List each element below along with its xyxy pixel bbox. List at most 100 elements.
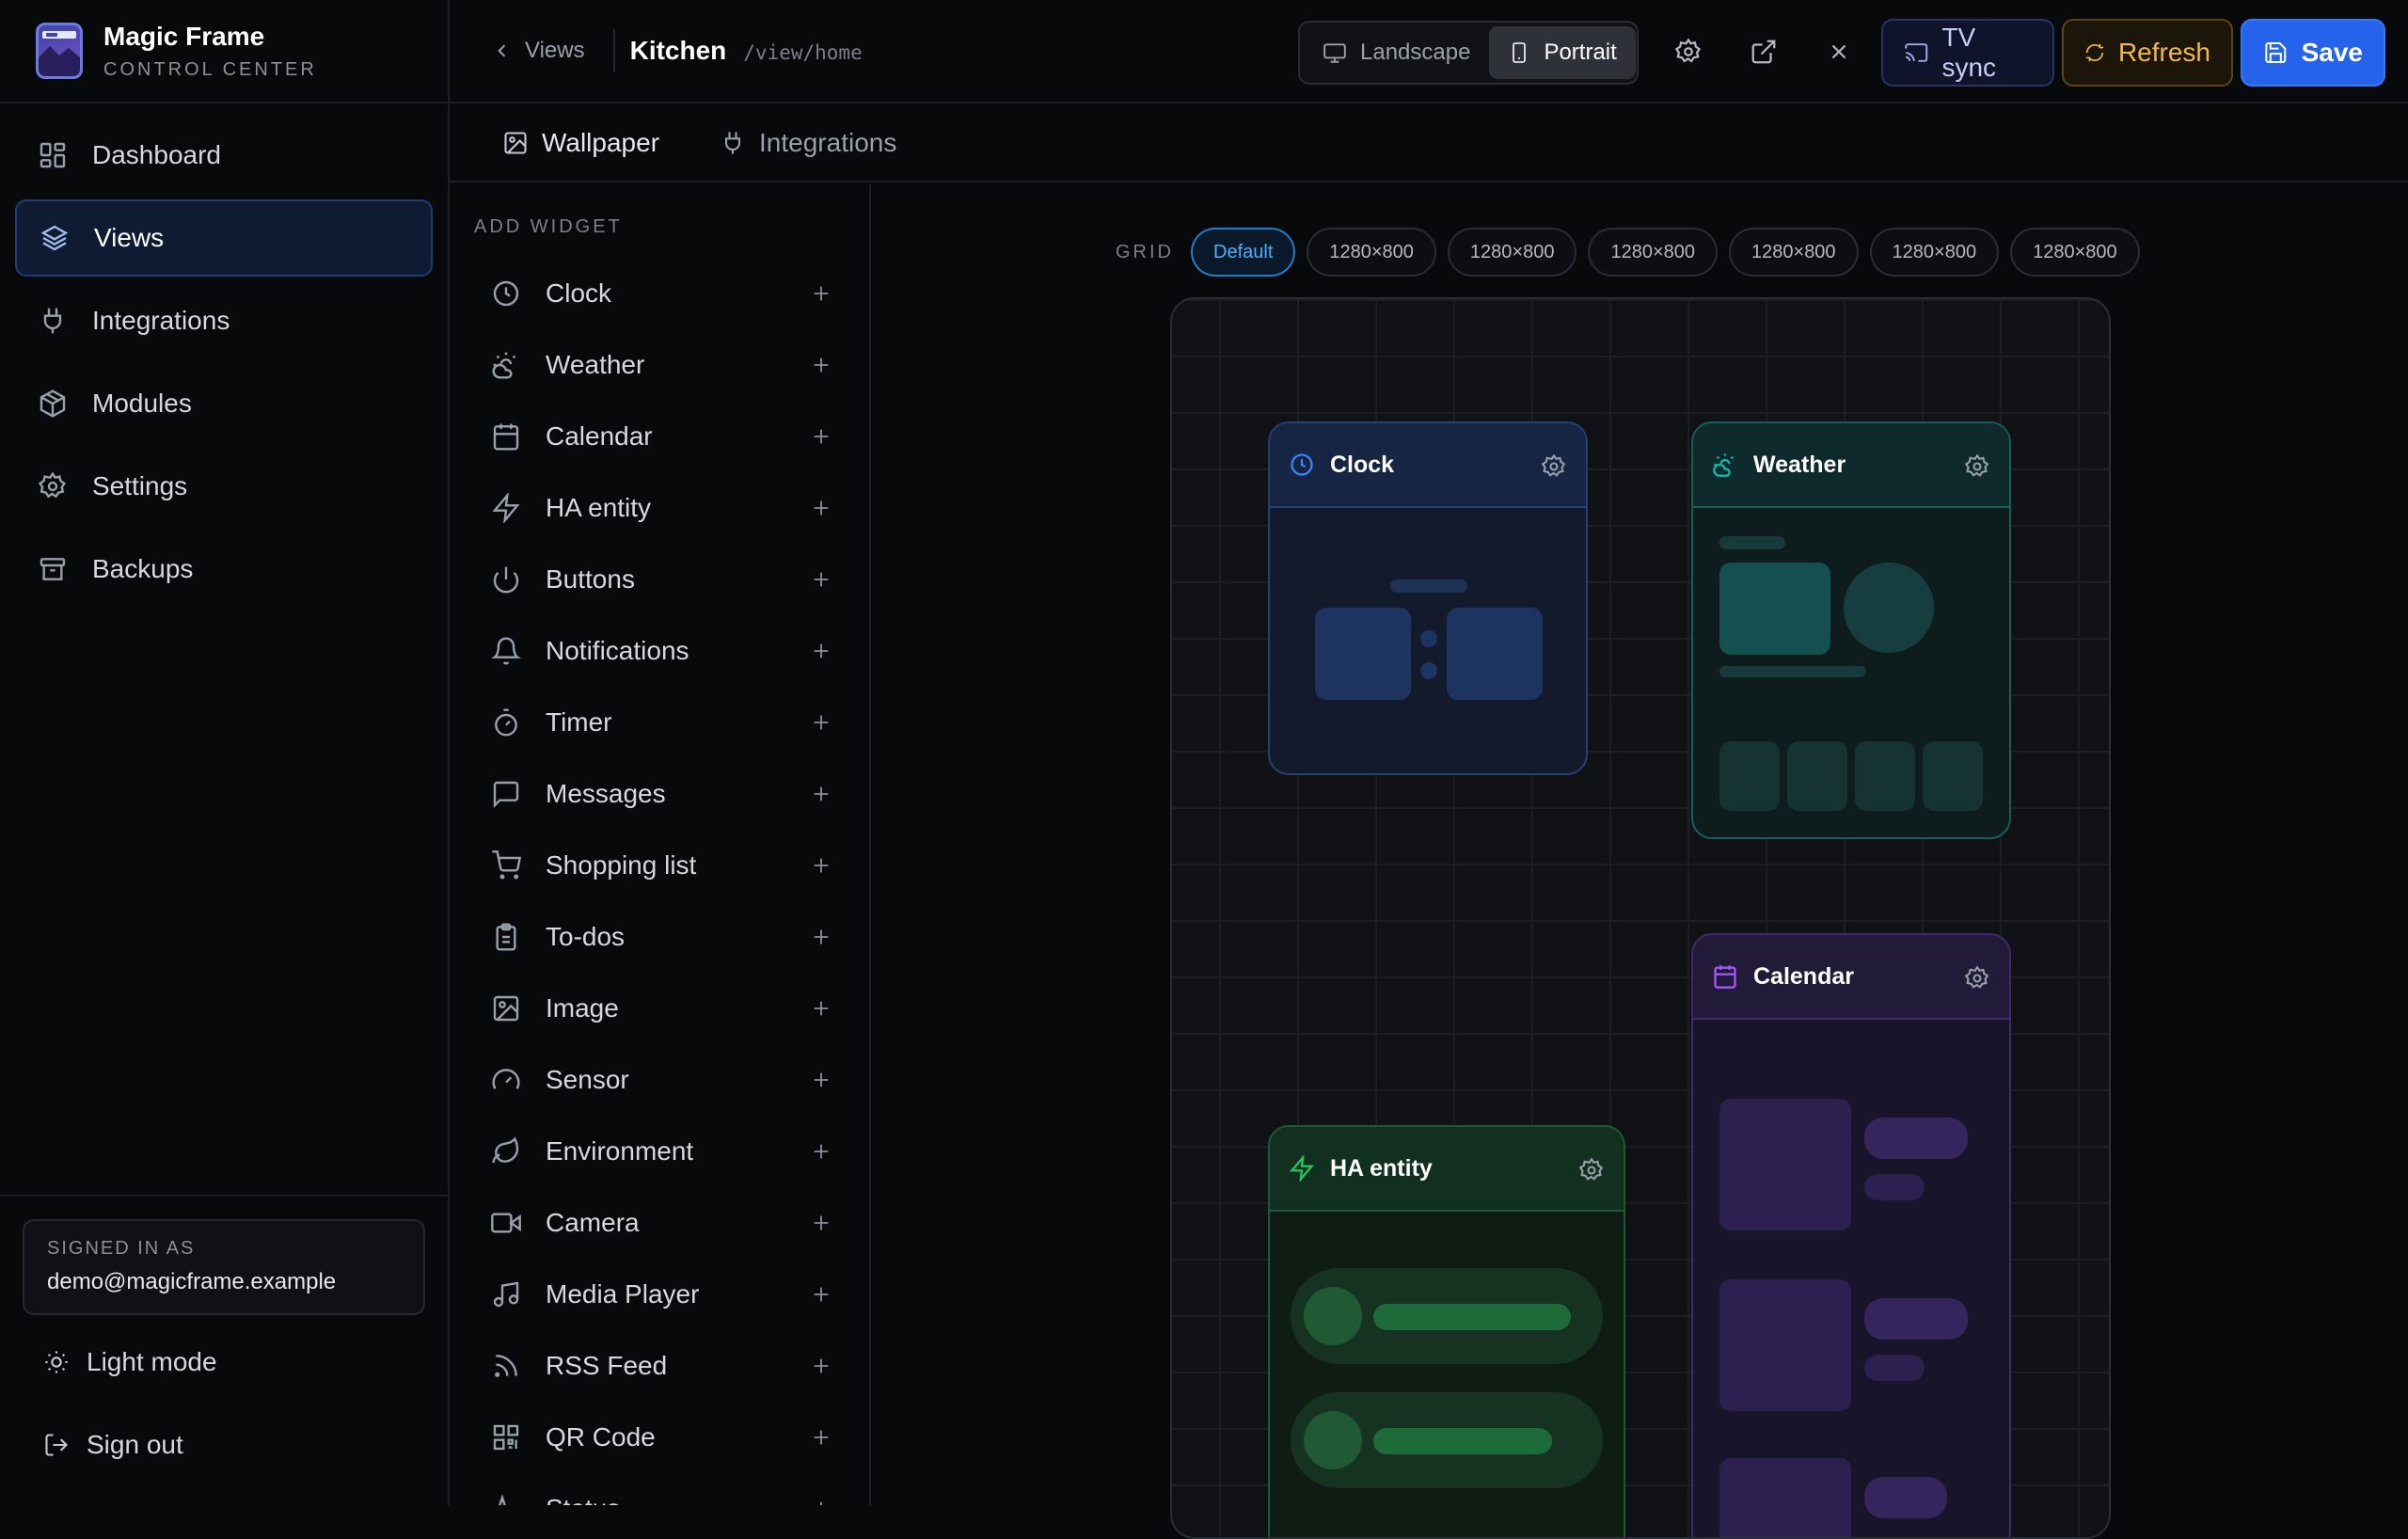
calendar-icon [1714,965,1736,989]
plus-icon[interactable] [811,1070,832,1090]
tv-sync-button[interactable]: TV sync [1881,19,2054,87]
grid-option[interactable]: 1280×800 [1307,228,1436,277]
plus-icon[interactable] [811,712,832,733]
widget-option-calendar[interactable]: Calendar [450,401,869,472]
widget-option-messages[interactable]: Messages [450,758,869,830]
widget-option-sensor[interactable]: Sensor [450,1044,869,1116]
widget-option-status[interactable]: Status [450,1473,869,1505]
gear-icon[interactable] [1578,1157,1605,1183]
plus-icon[interactable] [811,569,832,590]
sidebar-item-label: Dashboard [92,140,221,169]
widget-option-shopping-list[interactable]: Shopping list [450,830,869,901]
weather-widget[interactable]: Weather [1691,421,2011,839]
widget-option-environment[interactable]: Environment [450,1116,869,1187]
clock-widget[interactable]: Clock [1268,421,1588,775]
save-icon [2265,42,2287,63]
refresh-button[interactable]: Refresh [2062,19,2233,87]
camera-icon [491,1213,521,1233]
sidebar-item-integrations[interactable]: Integrations [15,282,433,359]
widget-option-notifications[interactable]: Notifications [450,615,869,687]
signed-in-label: SIGNED IN AS [47,1238,196,1259]
plus-icon[interactable] [811,784,832,804]
widget-option-label: To-dos [546,922,626,951]
plus-icon[interactable] [811,998,832,1019]
plus-icon[interactable] [811,1213,832,1233]
save-label: Save [2301,38,2363,67]
widget-option-timer[interactable]: Timer [450,687,869,758]
back-label: Views [525,38,585,63]
plus-icon[interactable] [811,1284,832,1305]
landscape-label: Landscape [1360,40,1471,65]
light-mode-button[interactable]: Light mode [23,1321,425,1404]
widget-option-label: Shopping list [546,850,697,880]
signed-in-card: SIGNED IN AS demo@magicframe.example [23,1219,425,1315]
grid-option-default[interactable]: Default [1191,228,1296,277]
widget-option-label: Image [546,993,619,1023]
grid-option[interactable]: 1280×800 [1729,228,1859,277]
lightning-icon [1290,1155,1314,1182]
sidebar-item-modules[interactable]: Modules [15,365,433,442]
editor-tabs: Wallpaper Integrations [450,105,2408,182]
placeholder-forecast [1923,741,1983,811]
widget-option-to-dos[interactable]: To-dos [450,901,869,973]
back-to-views-link[interactable]: Views [493,38,585,64]
sidebar-item-settings[interactable]: Settings [15,448,433,525]
plus-icon[interactable] [811,426,832,447]
portrait-button[interactable]: Portrait [1489,26,1636,79]
plus-icon[interactable] [811,1356,832,1376]
tab-integrations[interactable]: Integrations [720,128,896,158]
widget-option-qr-code[interactable]: QR Code [450,1402,869,1473]
sidebar-item-backups[interactable]: Backups [15,531,433,608]
plug-icon [43,308,62,334]
plus-icon[interactable] [811,1427,832,1448]
widget-option-buttons[interactable]: Buttons [450,544,869,615]
plus-icon[interactable] [811,641,832,661]
widget-option-ha-entity[interactable]: HA entity [450,472,869,544]
plus-icon[interactable] [811,1141,832,1162]
widget-option-weather[interactable]: Weather [450,329,869,401]
view-name: Kitchen [629,36,727,65]
sidebar-item-views[interactable]: Views [15,199,433,277]
gear-icon[interactable] [1541,453,1567,480]
to-dos-icon [496,923,516,951]
grid-option[interactable]: 1280×800 [1447,228,1577,277]
widget-option-clock[interactable]: Clock [450,258,869,329]
grid-option[interactable]: 1280×800 [2010,228,2140,277]
placeholder-bar [1373,1428,1552,1454]
timer-icon [495,708,517,737]
calendar-widget[interactable]: Calendar [1691,933,2011,1537]
gear-icon [38,471,67,499]
plus-icon[interactable] [811,927,832,947]
close-button[interactable] [1815,28,1862,75]
grid-selector: GRID Default 1280×800 1280×800 1280×800 … [1116,228,2151,277]
placeholder-bar [1719,536,1785,549]
landscape-button[interactable]: Landscape [1304,26,1489,79]
plus-icon[interactable] [811,355,832,375]
widget-option-image[interactable]: Image [450,973,869,1044]
plus-icon[interactable] [811,283,832,304]
open-external-button[interactable] [1740,28,1787,75]
plus-icon[interactable] [811,1499,832,1505]
tab-wallpaper[interactable]: Wallpaper [502,128,659,158]
widget-option-rss-feed[interactable]: RSS Feed [450,1330,869,1402]
refresh-icon [2085,43,2104,62]
view-settings-button[interactable] [1665,28,1712,75]
save-button[interactable]: Save [2241,19,2385,87]
sidebar-item-dashboard[interactable]: Dashboard [15,117,433,194]
gear-icon[interactable] [1964,453,1990,480]
widget-option-media-player[interactable]: Media Player [450,1259,869,1330]
image-icon [493,995,519,1022]
ha-entity-widget[interactable]: HA entity [1268,1125,1625,1537]
grid-option[interactable]: 1280×800 [1869,228,2000,277]
sign-out-button[interactable]: Sign out [23,1404,425,1486]
plus-icon[interactable] [811,498,832,518]
gear-icon[interactable] [1964,965,1990,992]
ha-entity-widget-title: HA entity [1330,1154,1433,1182]
widget-option-camera[interactable]: Camera [450,1187,869,1259]
plus-icon[interactable] [811,855,832,876]
tablet-icon [1513,42,1527,63]
placeholder-block [1719,563,1830,655]
grid-option[interactable]: 1280×800 [1588,228,1719,277]
clock-widget-title: Clock [1330,451,1395,478]
notifications-icon [491,637,521,665]
